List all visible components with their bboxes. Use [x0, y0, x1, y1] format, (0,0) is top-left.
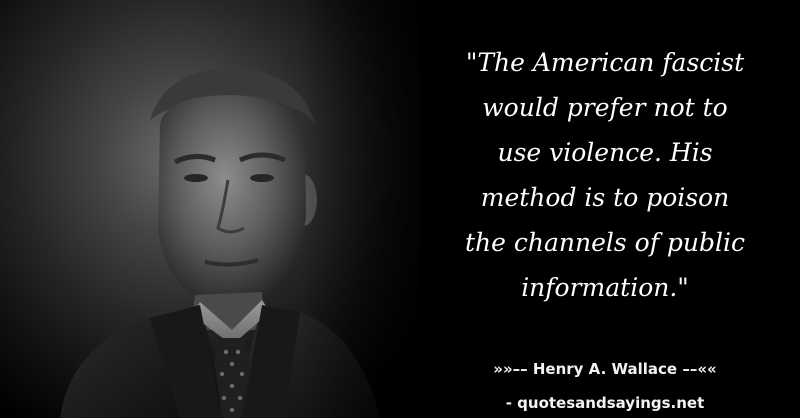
quote-line: "The American fascist — [465, 48, 745, 77]
quote-text: "The American fascist would prefer not t… — [430, 40, 780, 310]
eye-left — [184, 174, 208, 182]
quote-line: method is to poison — [480, 183, 730, 212]
quote-line: information." — [521, 273, 689, 302]
quote-source: - quotesandsayings.net — [505, 394, 705, 412]
quote-line: would prefer not to — [482, 93, 728, 122]
face-shape — [158, 95, 306, 306]
quote-line: the channels of public — [464, 228, 746, 257]
quote-line: use violence. His — [497, 138, 713, 167]
portrait-photo — [0, 0, 460, 418]
quote-author: »»–– Henry A. Wallace ––«« — [493, 360, 717, 378]
quote-image: "The American fascist would prefer not t… — [0, 0, 800, 418]
eye-right — [250, 174, 274, 182]
